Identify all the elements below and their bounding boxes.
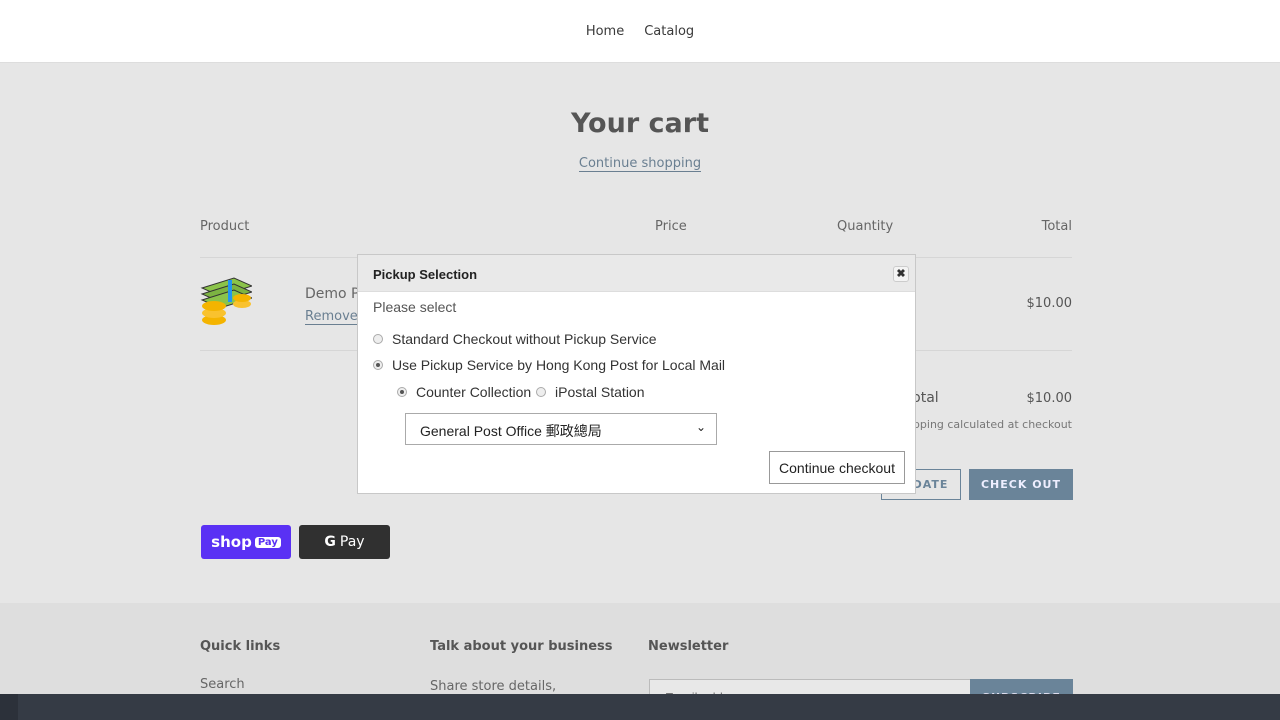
modal-header: Pickup Selection ✖ bbox=[358, 255, 915, 292]
continue-checkout-button[interactable]: Continue checkout bbox=[769, 451, 905, 484]
nav-home[interactable]: Home bbox=[586, 24, 624, 39]
footer-quick-links-title: Quick links bbox=[200, 639, 281, 654]
subtotal-value: $10.00 bbox=[1026, 391, 1073, 406]
checkout-button[interactable]: CHECK OUT bbox=[969, 469, 1073, 500]
suboption-counter[interactable]: Counter Collection bbox=[397, 384, 531, 400]
radio-selected[interactable] bbox=[397, 387, 407, 397]
modal-title: Pickup Selection bbox=[373, 267, 478, 282]
site-header: Home Catalog bbox=[0, 0, 1280, 63]
shipping-note: Shipping calculated at checkout bbox=[895, 418, 1072, 431]
footer-business-title: Talk about your business bbox=[430, 639, 613, 654]
radio[interactable] bbox=[373, 334, 383, 344]
shop-pay-button[interactable]: shop Pay bbox=[201, 525, 291, 559]
modal-prompt: Please select bbox=[373, 299, 457, 315]
header-quantity: Quantity bbox=[837, 219, 894, 234]
header-price: Price bbox=[655, 219, 687, 234]
chevron-down-icon: ⌄ bbox=[695, 420, 706, 434]
footer-search-link[interactable]: Search bbox=[200, 677, 245, 692]
option-standard[interactable]: Standard Checkout without Pickup Service bbox=[373, 331, 657, 347]
close-icon[interactable]: ✖ bbox=[893, 266, 909, 282]
google-pay-button[interactable]: G Pay bbox=[299, 525, 390, 559]
suboption-ipostal[interactable]: iPostal Station bbox=[536, 384, 645, 400]
header-product: Product bbox=[200, 219, 250, 234]
cookie-banner bbox=[0, 694, 1280, 720]
header-total: Total bbox=[1041, 219, 1072, 234]
radio[interactable] bbox=[536, 387, 546, 397]
google-icon: G bbox=[324, 534, 336, 550]
option-pickup[interactable]: Use Pickup Service by Hong Kong Post for… bbox=[373, 357, 725, 373]
post-office-select[interactable]: General Post Office 郵政總局 ⌄ bbox=[405, 413, 717, 445]
remove-link[interactable]: Remove bbox=[305, 309, 358, 325]
footer-newsletter-title: Newsletter bbox=[648, 639, 729, 654]
product-image[interactable] bbox=[200, 276, 254, 328]
nav-catalog[interactable]: Catalog bbox=[644, 24, 694, 39]
pickup-selection-modal: Pickup Selection ✖ Please select Standar… bbox=[357, 254, 916, 494]
radio-selected[interactable] bbox=[373, 360, 383, 370]
item-total: $10.00 bbox=[1026, 296, 1073, 311]
page-title: Your cart bbox=[570, 108, 709, 139]
continue-shopping-link[interactable]: Continue shopping bbox=[0, 156, 1280, 172]
